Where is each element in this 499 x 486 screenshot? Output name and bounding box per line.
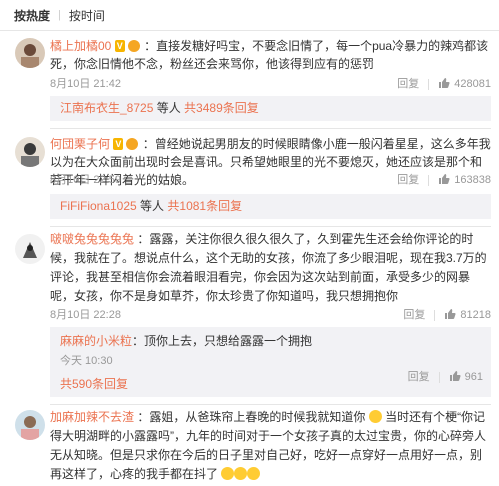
username[interactable]: 加麻加辣不去渣 — [50, 410, 134, 424]
sort-tabs: 按热度 | 按时间 — [0, 0, 499, 31]
comment-time: 8月10日 21:42 — [50, 78, 121, 90]
emoji-icon — [368, 410, 382, 423]
vip-icon: V — [114, 40, 125, 52]
reply-button[interactable]: 回复 — [403, 307, 425, 323]
avatar[interactable] — [15, 410, 45, 440]
like-button[interactable]: 163838 — [438, 172, 491, 188]
avatar[interactable] — [15, 137, 45, 167]
emoji-icon — [247, 467, 261, 480]
sub-reply-count[interactable]: 共1081条回复 — [167, 199, 242, 213]
username[interactable]: 啵啵兔兔兔兔兔 — [50, 232, 134, 246]
divider — [428, 174, 430, 186]
comment-time: 8月10日 22:28 — [50, 309, 121, 321]
thumbs-up-icon — [439, 78, 450, 88]
thumbs-up-icon — [449, 371, 461, 381]
sub-like-count: 961 — [464, 371, 483, 383]
vip-icon: V — [113, 138, 124, 150]
emoji-icon — [234, 467, 248, 480]
sub-reply-user[interactable]: FiFiFiona1025 — [60, 199, 137, 213]
emoji-icon — [221, 467, 235, 480]
sub-reply-mid: 等人 — [153, 101, 185, 115]
avatar[interactable] — [15, 38, 45, 68]
like-count: 81218 — [460, 309, 491, 321]
like-count: 163838 — [454, 174, 491, 186]
sub-reply-text: ：顶你上去，只想给露露一个拥抱 — [132, 334, 313, 348]
sub-reply-mid: 等人 — [136, 199, 168, 213]
username[interactable]: 橘上加橘00 — [50, 39, 111, 53]
medal-icon — [126, 138, 139, 150]
divider — [50, 128, 491, 129]
medal-icon — [127, 40, 140, 52]
sub-reply-user[interactable]: 麻麻的小米粒 — [60, 334, 132, 348]
divider — [434, 309, 436, 321]
divider — [438, 371, 440, 383]
divider — [50, 404, 491, 405]
comment-text: ：露姐，从爸珠帘上春晚的时候我就知道你 — [137, 410, 366, 424]
sub-reply-count[interactable]: 共590条回复 — [60, 377, 128, 391]
sub-replies: 麻麻的小米粒：顶你上去，只想给露露一个拥抱 今天 10:30 回复 961 共5… — [50, 327, 491, 397]
tab-time[interactable]: 按时间 — [61, 7, 113, 24]
thumbs-up-icon — [445, 309, 456, 319]
divider — [428, 78, 430, 90]
sub-reply-button[interactable]: 回复 — [408, 369, 430, 385]
reply-button[interactable]: 回复 — [397, 172, 419, 188]
sub-replies[interactable]: FiFiFiona1025 等人 共1081条回复 — [50, 194, 491, 219]
sub-like-button[interactable]: 961 — [449, 369, 483, 385]
sub-replies[interactable]: 江南布衣生_8725 等人 共3489条回复 — [50, 96, 491, 121]
username[interactable]: 何団栗子何 — [50, 137, 110, 151]
reply-button[interactable]: 回复 — [397, 76, 419, 92]
like-button[interactable]: 81218 — [444, 307, 491, 323]
like-button[interactable]: 428081 — [438, 76, 491, 92]
tab-hot[interactable]: 按热度 — [6, 7, 58, 24]
thumbs-up-icon — [439, 174, 450, 184]
like-count: 428081 — [454, 78, 491, 90]
divider — [50, 226, 491, 227]
sub-reply-user[interactable]: 江南布衣生_8725 — [60, 101, 153, 115]
avatar[interactable] — [15, 234, 45, 264]
sub-reply-count[interactable]: 共3489条回复 — [184, 101, 259, 115]
sub-reply-time: 今天 10:30 — [60, 355, 113, 367]
comment-time: 8月10日 22:59 — [50, 174, 121, 186]
